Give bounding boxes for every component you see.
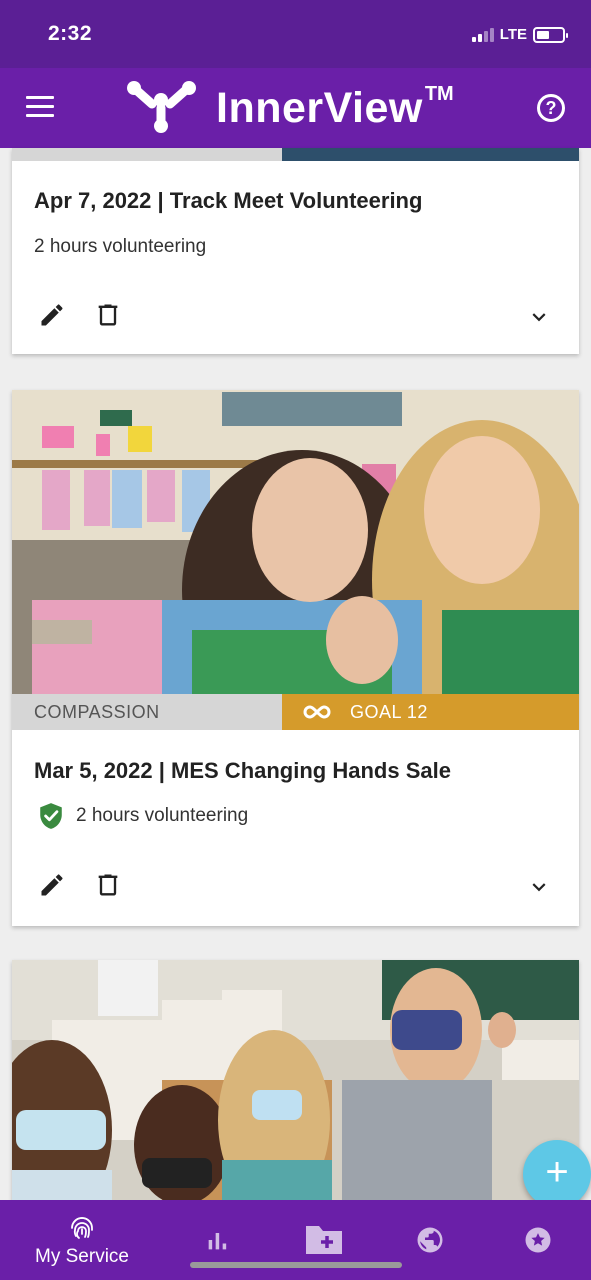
bar-chart-icon: [208, 1233, 227, 1250]
folder-add-icon: [306, 1226, 342, 1254]
category-tag: COMPASSION: [12, 694, 282, 730]
goal-tag-label: GOAL 12: [350, 702, 428, 722]
logo-text: InnerView: [216, 83, 423, 132]
tag-bar: COMPASSION GOAL 12: [12, 694, 579, 730]
nav-my-service[interactable]: My Service: [30, 1200, 134, 1280]
nav-achievements[interactable]: [518, 1200, 558, 1280]
add-entry-button[interactable]: +: [523, 1140, 591, 1208]
logo-trademark: TM: [424, 82, 454, 105]
verified-shield-icon: [40, 803, 62, 829]
nav-add-folder[interactable]: [298, 1200, 350, 1280]
home-indicator: [190, 1262, 402, 1268]
hamburger-menu-icon[interactable]: [26, 96, 54, 118]
battery-icon: [533, 26, 568, 43]
globe-icon: [417, 1227, 443, 1253]
chevron-down-icon[interactable]: [526, 874, 552, 900]
app-logo: InnerView TM: [122, 78, 454, 138]
status-indicators: LTE: [471, 26, 568, 43]
innerview-logo-icon: [127, 81, 196, 133]
fingerprint-icon: [71, 1217, 93, 1239]
edit-icon[interactable]: [38, 871, 66, 899]
infinity-icon: [303, 705, 331, 719]
service-entry-card: Apr 7, 2022 | Track Meet Volunteering 2 …: [12, 148, 579, 354]
bottom-nav: My Service: [0, 1200, 591, 1280]
service-entry-card: COMPASSION GOAL 12 Mar 5, 2022 | MES Cha…: [12, 390, 579, 926]
entry-photo[interactable]: [12, 960, 579, 1200]
delete-icon[interactable]: [94, 871, 122, 899]
entry-photo[interactable]: [12, 390, 579, 694]
entry-hours: 2 hours volunteering: [34, 802, 248, 830]
nav-stats[interactable]: [196, 1200, 240, 1280]
plus-icon: +: [545, 1150, 569, 1194]
app-bar: InnerView TM ?: [0, 68, 591, 148]
entry-hours-text: 2 hours volunteering: [34, 236, 207, 257]
signal-icon: [471, 27, 494, 42]
entry-hours: 2 hours volunteering: [34, 236, 206, 258]
entry-hours-text: 2 hours volunteering: [76, 805, 249, 826]
entry-title: Apr 7, 2022 | Track Meet Volunteering: [34, 188, 423, 213]
help-circle-icon[interactable]: ?: [537, 94, 565, 122]
edit-icon[interactable]: [38, 301, 66, 329]
goal-tag: GOAL 12: [282, 694, 579, 730]
network-type: LTE: [499, 26, 527, 43]
nav-explore[interactable]: [410, 1200, 450, 1280]
status-bar: 2:32 LTE: [0, 0, 591, 68]
chevron-down-icon[interactable]: [526, 304, 552, 330]
nav-label: My Service: [35, 1246, 129, 1267]
tag-strip: [12, 148, 579, 161]
delete-icon[interactable]: [94, 301, 122, 329]
entry-title: Mar 5, 2022 | MES Changing Hands Sale: [34, 758, 451, 783]
status-time: 2:32: [48, 22, 93, 45]
star-badge-icon: [525, 1227, 551, 1253]
